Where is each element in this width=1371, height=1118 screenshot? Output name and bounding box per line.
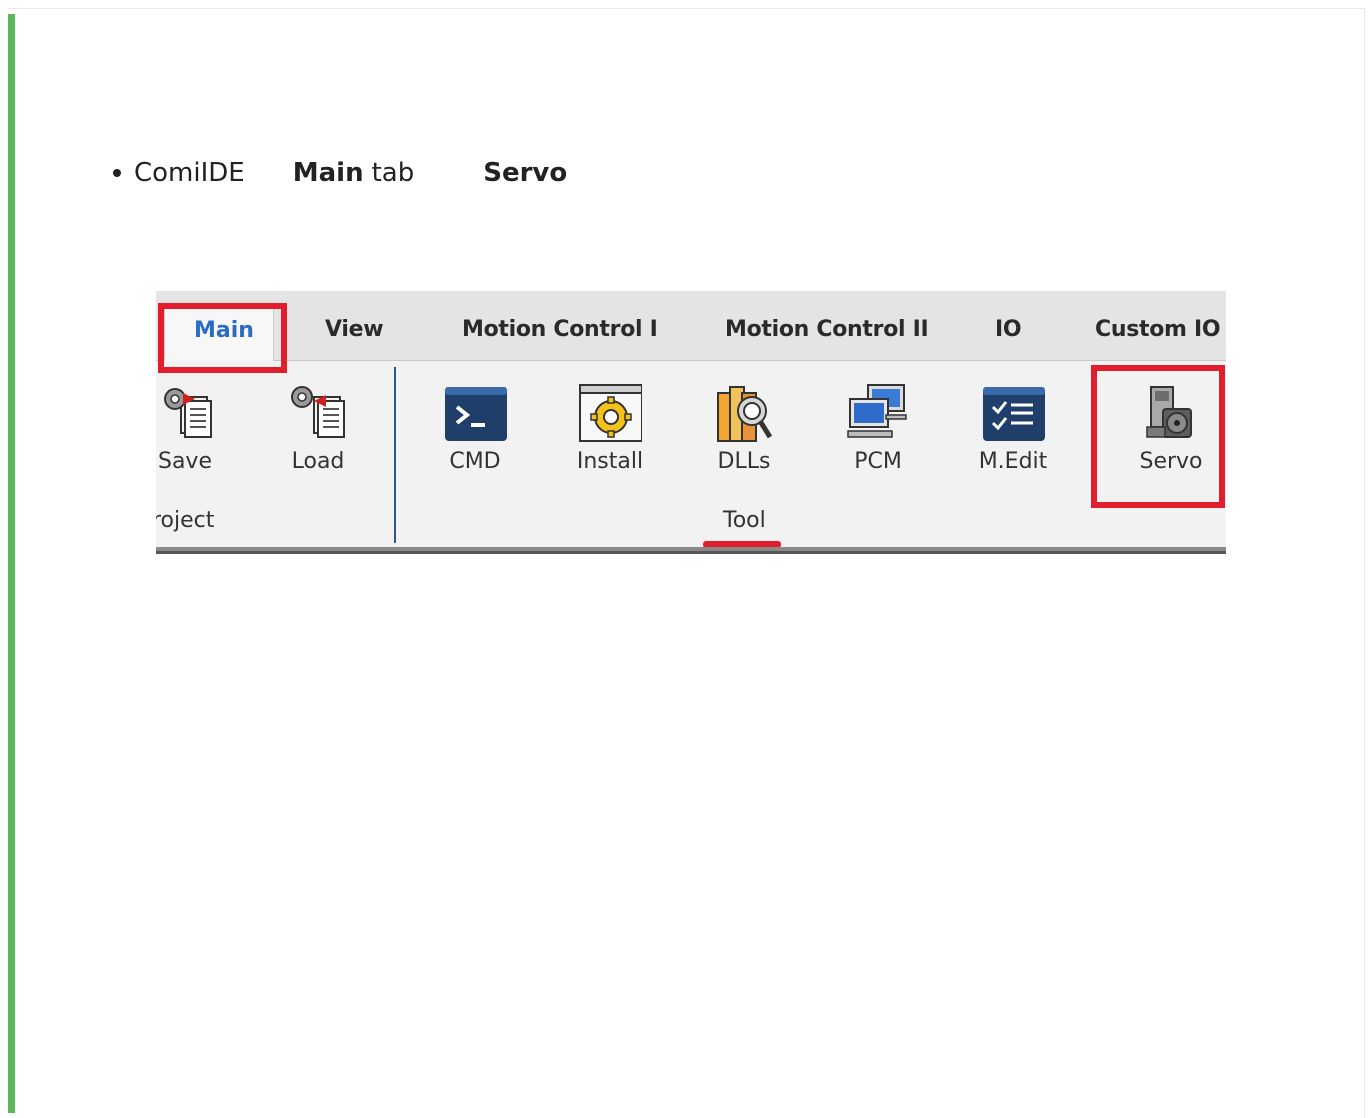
instruction-tab-word: tab — [371, 158, 415, 188]
save-icon — [164, 388, 212, 438]
group-separator — [394, 367, 396, 543]
install-gear-icon — [579, 384, 642, 442]
dlls-button[interactable]: DLLs — [699, 383, 789, 474]
terminal-icon — [445, 387, 507, 441]
bullet-icon — [113, 169, 121, 177]
load-label: Load — [291, 449, 345, 474]
servo-highlight — [1091, 365, 1225, 508]
ribbon-screenshot: Main View Motion Control I Motion Contro… — [156, 291, 1226, 554]
dll-library-icon — [717, 386, 773, 442]
pcm-label: PCM — [854, 449, 902, 474]
computers-icon — [847, 384, 907, 438]
instruction-app: ComiIDE — [134, 158, 245, 188]
tab-view[interactable]: View — [325, 317, 384, 342]
ribbon-tab-bar: Main View Motion Control I Motion Contro… — [156, 291, 1226, 361]
accent-bar — [8, 14, 15, 1113]
instruction-line: ComiIDE Main tab Servo — [113, 158, 567, 188]
dlls-label: DLLs — [717, 449, 771, 474]
tab-motion-control-1[interactable]: Motion Control I — [462, 317, 658, 342]
medit-label: M.Edit — [978, 449, 1048, 474]
cmd-button[interactable]: CMD — [430, 383, 520, 474]
tool-group-label: Tool — [723, 508, 766, 533]
ribbon-bottom-border-dark — [156, 551, 1226, 554]
main-tab-highlight — [158, 303, 287, 373]
install-label: Install — [576, 449, 644, 474]
load-icon — [291, 386, 345, 438]
load-button[interactable]: Load — [273, 383, 363, 474]
instruction-tab-name: Main — [292, 158, 364, 188]
instruction-target: Servo — [483, 158, 568, 188]
project-group-label: roject — [156, 508, 215, 533]
tab-motion-control-2[interactable]: Motion Control II — [725, 317, 929, 342]
cmd-label: CMD — [449, 449, 501, 474]
save-button[interactable]: Save — [156, 383, 230, 474]
medit-button[interactable]: M.Edit — [968, 383, 1058, 474]
install-button[interactable]: Install — [565, 383, 655, 474]
pcm-button[interactable]: PCM — [833, 383, 923, 474]
save-label: Save — [157, 449, 212, 474]
checklist-icon — [983, 387, 1045, 441]
tab-io[interactable]: IO — [995, 317, 1022, 342]
tab-custom-io[interactable]: Custom IO — [1095, 317, 1221, 342]
